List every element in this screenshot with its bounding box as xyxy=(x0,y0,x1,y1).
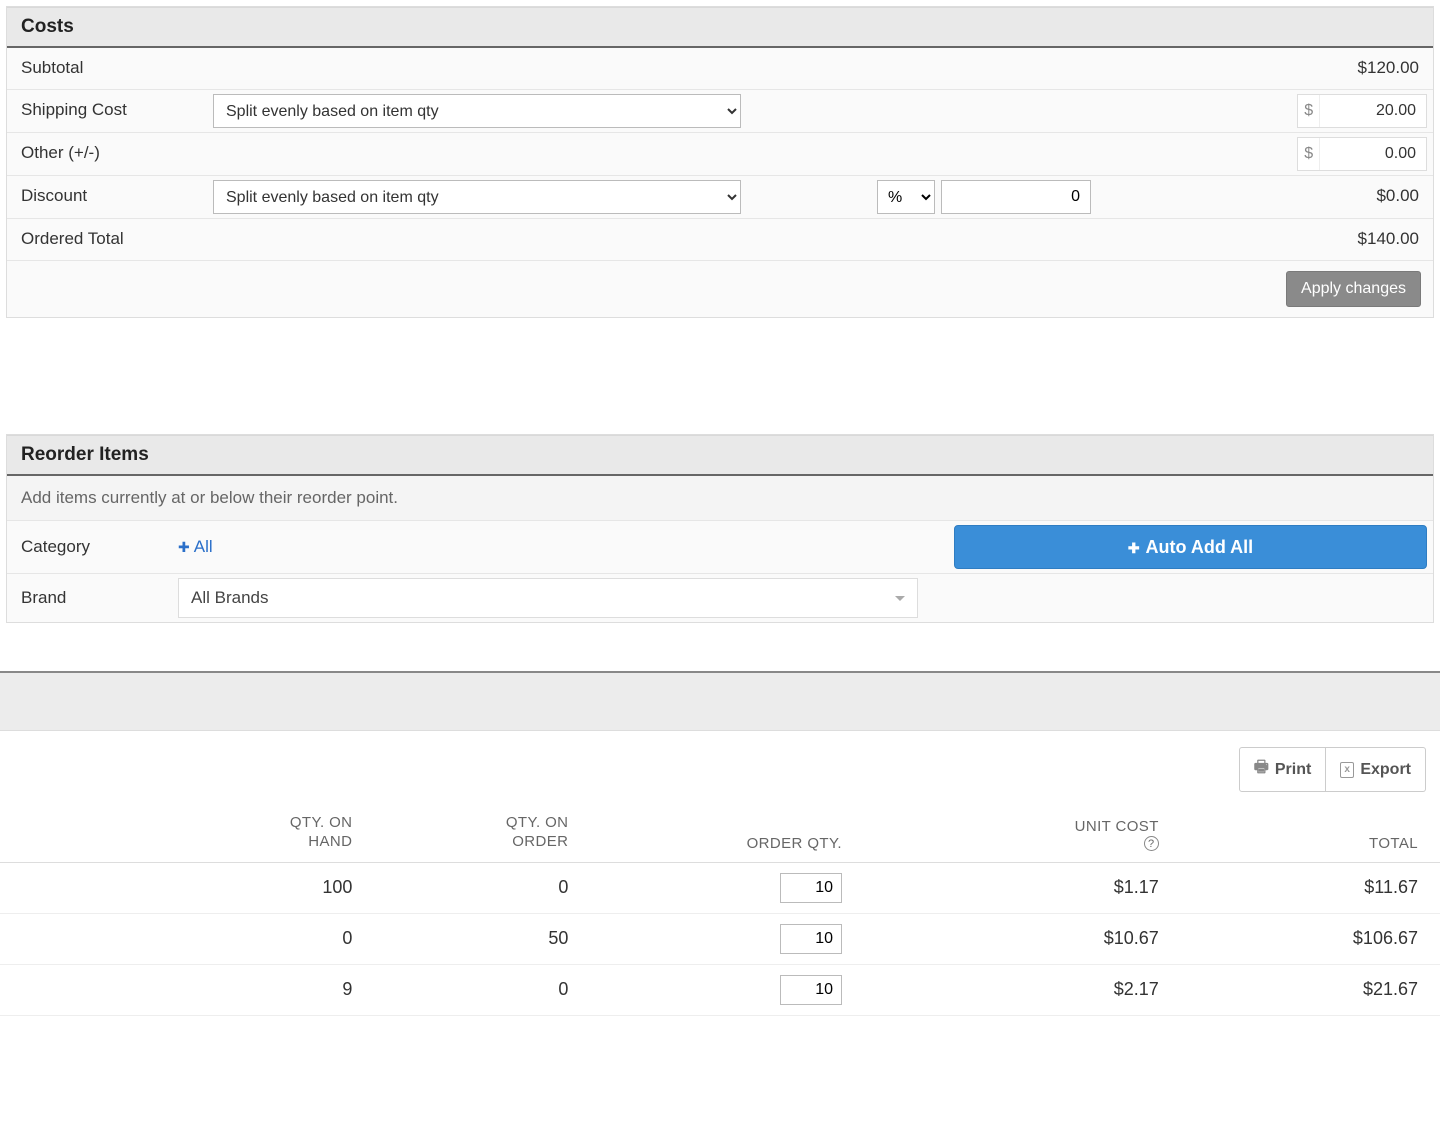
brand-dropdown[interactable]: All Brands xyxy=(178,578,918,618)
category-row: Category All Auto Add All xyxy=(7,521,1433,574)
col-order-qty: ORDER QTY. xyxy=(590,804,864,862)
brand-value: All Brands xyxy=(191,588,268,608)
discount-row: Discount Split evenly based on item qty … xyxy=(7,176,1433,219)
export-button[interactable]: Export xyxy=(1326,747,1426,792)
cell-total: $106.67 xyxy=(1181,913,1440,964)
cell-qty-on-order: 0 xyxy=(374,964,590,1015)
discount-label: Discount xyxy=(7,176,207,218)
currency-symbol: $ xyxy=(1298,138,1320,170)
export-icon xyxy=(1340,762,1354,778)
subtotal-row: Subtotal $120.00 xyxy=(7,48,1433,90)
reorder-helper-text: Add items currently at or below their re… xyxy=(7,476,1433,521)
reorder-panel: Reorder Items Add items currently at or … xyxy=(6,434,1434,623)
print-button[interactable]: Print xyxy=(1239,747,1327,792)
ordered-total-value: $140.00 xyxy=(1293,219,1433,260)
other-label: Other (+/-) xyxy=(7,133,207,175)
apply-changes-button[interactable]: Apply changes xyxy=(1286,271,1421,307)
category-label: Category xyxy=(7,527,172,567)
discount-percent-input[interactable] xyxy=(941,180,1091,214)
items-table: QTY. ON HAND QTY. ON ORDER ORDER QTY. UN… xyxy=(0,804,1440,1016)
cell-total: $11.67 xyxy=(1181,862,1440,913)
table-actions: Print Export xyxy=(0,731,1440,792)
shipping-cost-input[interactable] xyxy=(1320,95,1426,127)
ordered-total-row: Ordered Total $140.00 xyxy=(7,219,1433,261)
other-cost-input[interactable] xyxy=(1320,138,1426,170)
discount-split-select[interactable]: Split evenly based on item qty xyxy=(213,180,741,214)
shipping-split-select[interactable]: Split evenly based on item qty xyxy=(213,94,741,128)
cell-total: $21.67 xyxy=(1181,964,1440,1015)
cell-order-qty xyxy=(590,862,864,913)
cell-order-qty xyxy=(590,964,864,1015)
shipping-row: Shipping Cost Split evenly based on item… xyxy=(7,90,1433,133)
brand-label: Brand xyxy=(7,578,172,618)
print-icon xyxy=(1254,756,1269,783)
table-row: 90 $2.17$21.67 xyxy=(0,964,1440,1015)
items-table-section: Print Export QTY. ON HAND QTY. ON ORDER xyxy=(0,671,1440,1016)
other-cost-input-wrap: $ xyxy=(1297,137,1427,171)
cell-order-qty xyxy=(590,913,864,964)
help-icon[interactable]: ? xyxy=(1144,836,1159,851)
order-qty-input[interactable] xyxy=(780,924,842,954)
col-unit-cost: UNIT COST ? xyxy=(864,804,1181,862)
plus-icon xyxy=(1128,537,1140,558)
table-topbar xyxy=(0,673,1440,731)
col-total: TOTAL xyxy=(1181,804,1440,862)
col-qty-on-order: QTY. ON ORDER xyxy=(506,814,569,852)
cell-qty-on-hand: 0 xyxy=(0,913,374,964)
category-all-link[interactable]: All xyxy=(178,537,213,557)
order-qty-input[interactable] xyxy=(780,873,842,903)
ordered-total-label: Ordered Total xyxy=(7,219,207,260)
discount-amount: $0.00 xyxy=(1223,176,1433,218)
auto-add-all-button[interactable]: Auto Add All xyxy=(954,525,1427,569)
costs-panel: Costs Subtotal $120.00 Shipping Cost Spl… xyxy=(6,6,1434,318)
cell-qty-on-hand: 9 xyxy=(0,964,374,1015)
other-row: Other (+/-) $ xyxy=(7,133,1433,176)
table-row: 050 $10.67$106.67 xyxy=(0,913,1440,964)
table-row: 1000 $1.17$11.67 xyxy=(0,862,1440,913)
reorder-header: Reorder Items xyxy=(7,435,1433,476)
costs-header: Costs xyxy=(7,7,1433,48)
plus-icon xyxy=(178,537,190,557)
cell-unit-cost: $10.67 xyxy=(864,913,1181,964)
subtotal-value: $120.00 xyxy=(1293,48,1433,89)
discount-unit-select[interactable]: % xyxy=(877,180,935,214)
col-qty-on-hand: QTY. ON HAND xyxy=(290,814,353,852)
auto-add-all-label: Auto Add All xyxy=(1146,537,1254,558)
currency-symbol: $ xyxy=(1298,95,1320,127)
order-qty-input[interactable] xyxy=(780,975,842,1005)
shipping-label: Shipping Cost xyxy=(7,90,207,132)
cell-unit-cost: $1.17 xyxy=(864,862,1181,913)
brand-row: Brand All Brands xyxy=(7,574,1433,622)
cell-unit-cost: $2.17 xyxy=(864,964,1181,1015)
subtotal-label: Subtotal xyxy=(7,48,207,89)
cell-qty-on-order: 0 xyxy=(374,862,590,913)
costs-footer: Apply changes xyxy=(7,261,1433,317)
cell-qty-on-hand: 100 xyxy=(0,862,374,913)
category-all-label: All xyxy=(194,537,213,557)
cell-qty-on-order: 50 xyxy=(374,913,590,964)
export-label: Export xyxy=(1360,761,1411,779)
chevron-down-icon xyxy=(895,596,905,601)
shipping-cost-input-wrap: $ xyxy=(1297,94,1427,128)
print-label: Print xyxy=(1275,761,1311,779)
